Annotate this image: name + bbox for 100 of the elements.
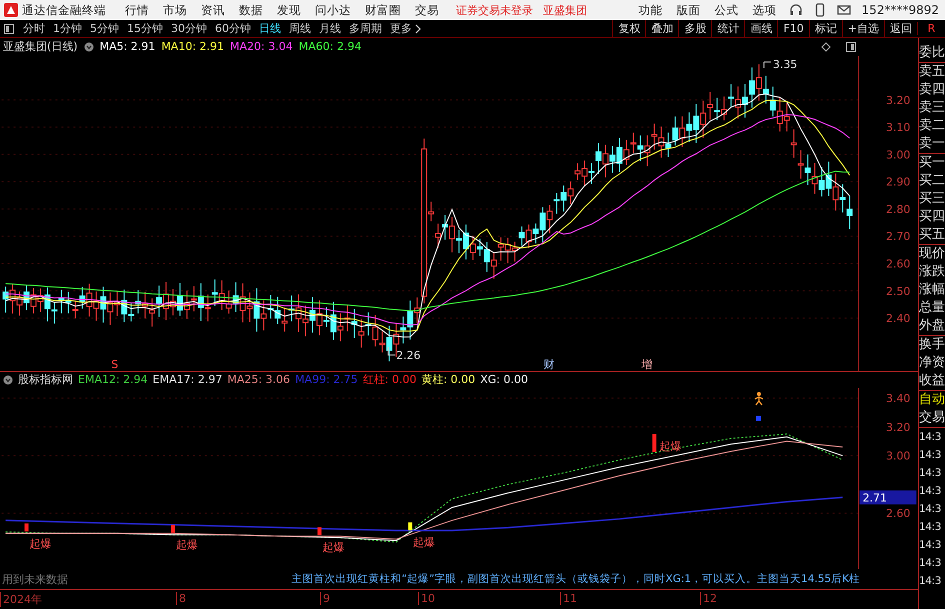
settings-icon[interactable] — [84, 42, 94, 52]
toolbar-button[interactable]: F10 — [777, 20, 809, 37]
toolbar-button[interactable]: 标记 — [808, 20, 842, 37]
quote-label: 委比 — [919, 44, 945, 62]
event-mark[interactable]: S — [111, 358, 118, 371]
period-tab[interactable]: 5分钟 — [86, 21, 123, 36]
trade-time: 14:3 — [919, 466, 942, 481]
tool-menu-item[interactable]: 功能 — [632, 2, 670, 18]
tool-menu-item[interactable]: 版面 — [670, 2, 708, 18]
period-tab[interactable]: 月线 — [315, 21, 345, 36]
toolbar-button[interactable]: 返回 — [884, 20, 917, 37]
menu-item[interactable]: 行情 — [118, 2, 156, 18]
quote-label: 净资 — [919, 354, 945, 372]
period-tab[interactable]: 多周期 — [345, 21, 386, 36]
settings-icon[interactable] — [3, 374, 13, 385]
panel-toggle-icon[interactable] — [4, 24, 14, 34]
toolbar-button[interactable]: 统计 — [711, 20, 744, 37]
menu-item[interactable]: 发现 — [270, 2, 308, 18]
menu-item[interactable]: 问小达 — [308, 2, 358, 18]
price-tick: 3.20 — [886, 94, 910, 107]
trade-time: 14:3 — [919, 574, 942, 589]
menu-item[interactable]: 数据 — [232, 2, 270, 18]
period-tab[interactable]: 1分钟 — [49, 21, 86, 36]
mail-icon[interactable] — [836, 3, 851, 17]
price-tick: 2.50 — [886, 284, 910, 298]
indicator-value: 红柱: 0.00 — [362, 372, 416, 388]
login-notice: 证券交易未登录 — [456, 2, 533, 18]
panel-toggle-icon[interactable] — [846, 42, 856, 52]
quote-label: 卖四 — [919, 81, 945, 99]
quote-label: 换手 — [919, 335, 945, 354]
quote-label: 买一 — [919, 153, 945, 172]
toolbar-button[interactable]: 叠加 — [645, 20, 678, 37]
indicator-title: 股标指标网 — [18, 372, 73, 388]
signal-label: 起爆 — [176, 538, 198, 552]
menu-item[interactable]: 财富圈 — [358, 2, 408, 18]
signal-label: 起爆 — [322, 540, 344, 554]
toolbar-button[interactable]: 画线 — [744, 20, 778, 37]
quote-label: 外盘 — [919, 317, 945, 335]
signal-label: 起爆 — [413, 536, 436, 549]
date-label: 11 — [560, 592, 577, 606]
indicator-value: MA5: 2.91 — [100, 40, 156, 54]
indicator-value: EMA12: 2.94 — [78, 373, 148, 386]
high-price-label: 3.35 — [772, 58, 798, 71]
person-icon — [754, 392, 764, 406]
chevron-icon — [415, 24, 421, 34]
toolbar-button[interactable]: 复权 — [612, 20, 646, 37]
price-tick: 2.70 — [886, 230, 910, 244]
date-label: 12 — [700, 592, 717, 606]
trade-time: 14:3 — [919, 538, 942, 553]
signal-bar — [408, 522, 412, 530]
quote-label: 买三 — [919, 190, 945, 208]
diamond-icon[interactable] — [821, 42, 831, 52]
quote-label: 买五 — [919, 226, 945, 244]
square-marker — [756, 416, 761, 421]
indicator-value: MA10: 2.91 — [161, 40, 224, 54]
indicator-value: MA25: 3.06 — [227, 373, 290, 386]
date-label: 8 — [176, 592, 186, 606]
menu-item[interactable]: 交易 — [408, 2, 446, 18]
period-tab[interactable]: 更多 — [386, 21, 425, 36]
toolbar-button[interactable]: +自选 — [842, 20, 884, 37]
period-tab[interactable]: 日线 — [255, 21, 285, 36]
price-tick: 3.00 — [886, 449, 910, 462]
quote-label: 涨跌 — [919, 263, 945, 281]
trade-time: 14:3 — [919, 484, 942, 499]
menu-item[interactable]: 资讯 — [194, 2, 232, 18]
price-tick: 3.10 — [886, 121, 910, 134]
event-mark[interactable]: 增 — [641, 358, 652, 371]
high-marker — [763, 61, 772, 68]
price-tick: 3.40 — [886, 392, 910, 405]
quote-label: 现价 — [919, 244, 945, 263]
tool-menu-item[interactable]: 选项 — [746, 2, 784, 18]
quote-label: 卖五 — [919, 62, 945, 81]
trade-time: 14:3 — [919, 556, 942, 571]
quote-label: 买四 — [919, 208, 945, 226]
indicator-value: XG: 0.00 — [480, 373, 528, 386]
signal-label: 起爆 — [30, 537, 52, 550]
trade-label: 交易 — [919, 409, 945, 427]
quote-label: 买二 — [919, 172, 945, 190]
period-tab[interactable]: 15分钟 — [123, 21, 167, 36]
trade-time: 14:3 — [919, 427, 945, 446]
app-title: 通达信金融终端 — [22, 2, 106, 18]
price-tick: 2.40 — [886, 312, 910, 325]
warning-text: 用到未来数据 — [1, 572, 68, 587]
price-tick: 2.80 — [886, 202, 910, 216]
menu-item[interactable]: 市场 — [156, 2, 194, 18]
price-tick: 3.20 — [886, 420, 910, 434]
headset-icon[interactable] — [788, 3, 803, 17]
period-tab[interactable]: 周线 — [285, 21, 315, 36]
period-tab[interactable]: 分时 — [19, 21, 49, 36]
period-tab[interactable]: 60分钟 — [211, 21, 255, 36]
trade-time: 14:3 — [919, 502, 942, 517]
event-mark[interactable]: 财 — [544, 358, 555, 371]
tool-menu-item[interactable]: 公式 — [708, 2, 746, 18]
date-label: 2024年 — [0, 592, 42, 608]
account-number[interactable]: 152****9892 — [862, 3, 939, 17]
period-tab[interactable]: 30分钟 — [167, 21, 211, 36]
stock-link[interactable]: 亚盛集团 — [543, 2, 587, 18]
quote-label: 卖二 — [919, 117, 945, 135]
indicator-value: MA60: 2.94 — [298, 40, 362, 54]
toolbar-button[interactable]: 多股 — [678, 20, 712, 37]
